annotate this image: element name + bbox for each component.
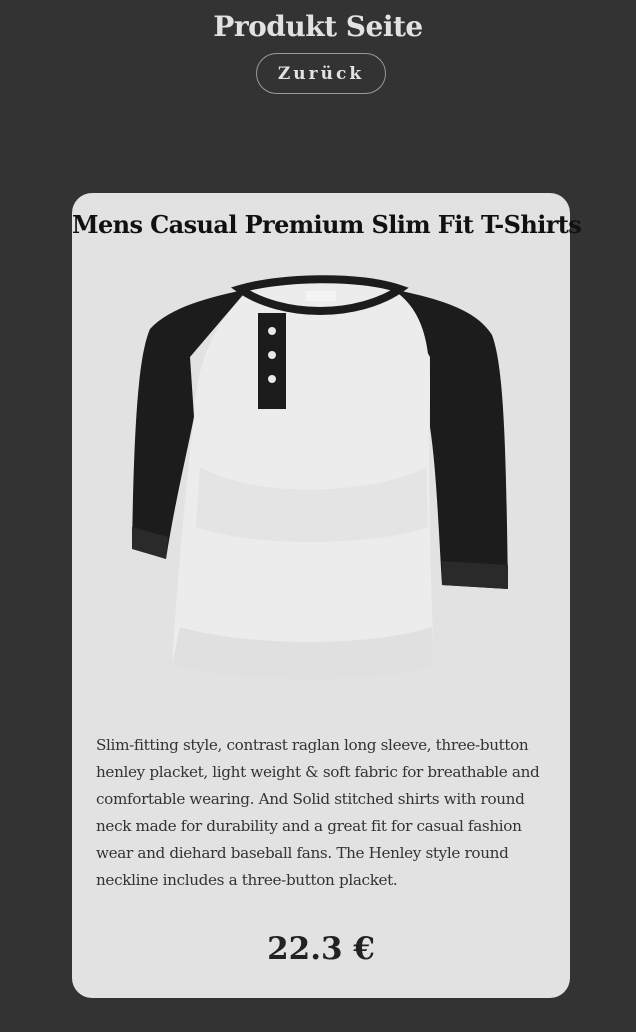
page: Produkt Seite Zurück Mens Casual Premium…	[0, 0, 636, 1032]
label-tag	[306, 291, 336, 301]
back-button[interactable]: Zurück	[256, 53, 386, 94]
product-price: 22.3 €	[267, 931, 375, 967]
product-card: Mens Casual Premium Slim Fit T-Shirts Sl…	[72, 193, 582, 998]
product-image	[132, 275, 508, 680]
right-cuff	[442, 561, 508, 589]
product-description: Slim-fitting style, contrast raglan long…	[96, 736, 540, 889]
product-title: Mens Casual Premium Slim Fit T-Shirts	[72, 210, 582, 239]
page-title: Produkt Seite	[213, 10, 423, 43]
